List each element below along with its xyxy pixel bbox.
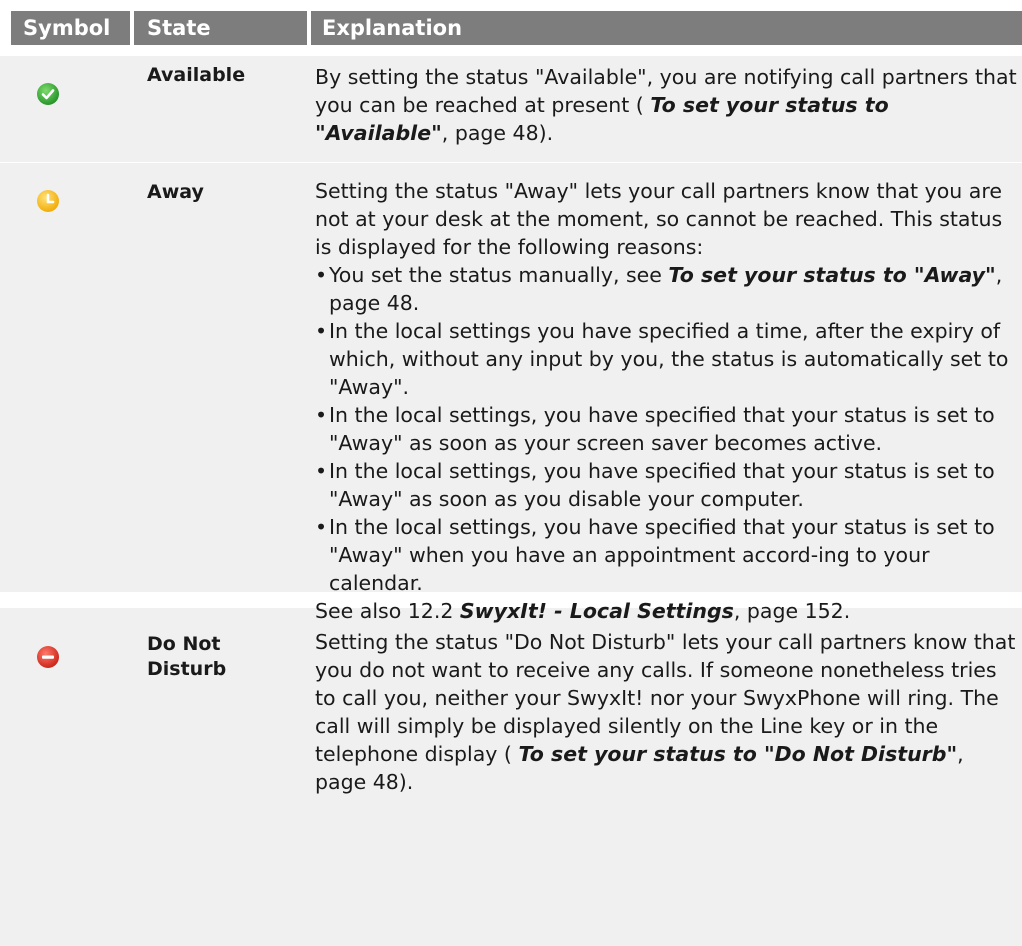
away-intro: Setting the status "Away" lets your call… bbox=[315, 179, 1003, 259]
do-not-disturb-icon bbox=[37, 646, 59, 668]
away-link[interactable]: To set your status to "Away" bbox=[668, 263, 995, 287]
list-item: • In the local settings, you have specifi… bbox=[315, 403, 995, 455]
header-symbol: Symbol bbox=[11, 11, 130, 45]
explanation-available: By setting the status "Available", you a… bbox=[315, 63, 1020, 147]
list-item: • You set the status manually, see To set… bbox=[315, 263, 1003, 315]
explanation-away: Setting the status "Away" lets your call… bbox=[315, 177, 1020, 625]
available-check-icon bbox=[37, 83, 59, 105]
local-settings-link[interactable]: SwyxIt! - Local Settings bbox=[460, 599, 734, 623]
away-see-also: See also 12.2 SwyxIt! - Local Settings, … bbox=[315, 599, 851, 623]
state-do-not-disturb: Do Not Disturb bbox=[147, 633, 227, 680]
dnd-link[interactable]: To set your status to "Do Not Disturb" bbox=[518, 742, 957, 766]
header-explanation: Explanation bbox=[311, 11, 1022, 45]
available-page: , page 48). bbox=[441, 121, 554, 145]
state-available: Available bbox=[147, 64, 246, 86]
list-item: • In the local settings, you have specifi… bbox=[315, 459, 995, 511]
list-item: • In the local settings you have specifie… bbox=[315, 319, 1009, 399]
list-item: • In the local settings, you have specifi… bbox=[315, 515, 995, 595]
state-away: Away bbox=[147, 181, 204, 203]
away-reasons-list: • You set the status manually, see To set… bbox=[315, 261, 1020, 597]
explanation-do-not-disturb: Setting the status "Do Not Disturb" lets… bbox=[315, 628, 1020, 796]
away-clock-icon bbox=[37, 190, 59, 212]
header-state: State bbox=[134, 11, 307, 45]
